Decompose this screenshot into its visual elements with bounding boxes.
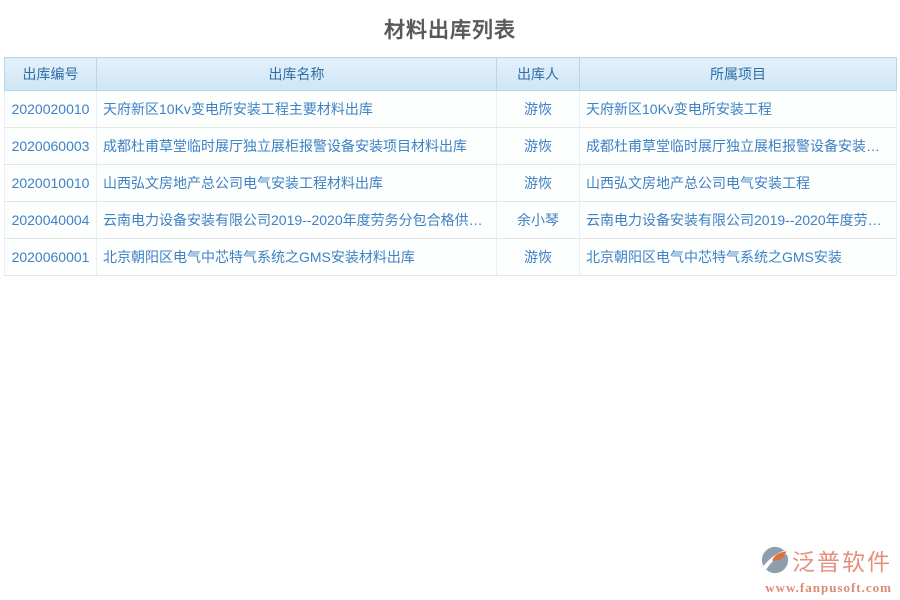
column-header-code: 出库编号: [5, 58, 97, 91]
cell-person: 游恢: [497, 91, 580, 128]
cell-code[interactable]: 2020020010: [5, 91, 97, 128]
brand-name: 泛普软件: [792, 551, 892, 574]
table-row[interactable]: 2020020010天府新区10Kv变电所安装工程主要材料出库游恢天府新区10K…: [5, 91, 897, 128]
cell-project[interactable]: 北京朝阳区电气中芯特气系统之GMS安装: [580, 239, 897, 276]
table-row[interactable]: 2020010010山西弘文房地产总公司电气安装工程材料出库游恢山西弘文房地产总…: [5, 165, 897, 202]
cell-code[interactable]: 2020060003: [5, 128, 97, 165]
cell-name[interactable]: 云南电力设备安装有限公司2019--2020年度劳务分包合格供应商...: [97, 202, 497, 239]
fanpu-logo-icon: [761, 546, 789, 578]
vendor-brand[interactable]: 泛普软件 www.fanpusoft.com: [761, 546, 892, 594]
cell-code[interactable]: 2020010010: [5, 165, 97, 202]
page-title: 材料出库列表: [0, 14, 900, 44]
cell-project[interactable]: 云南电力设备安装有限公司2019--2020年度劳务分...: [580, 202, 897, 239]
cell-project[interactable]: 天府新区10Kv变电所安装工程: [580, 91, 897, 128]
cell-project[interactable]: 山西弘文房地产总公司电气安装工程: [580, 165, 897, 202]
cell-name[interactable]: 山西弘文房地产总公司电气安装工程材料出库: [97, 165, 497, 202]
cell-name[interactable]: 成都杜甫草堂临时展厅独立展柜报警设备安装项目材料出库: [97, 128, 497, 165]
column-header-name: 出库名称: [97, 58, 497, 91]
column-header-person: 出库人: [497, 58, 580, 91]
column-header-project: 所属项目: [580, 58, 897, 91]
cell-name[interactable]: 天府新区10Kv变电所安装工程主要材料出库: [97, 91, 497, 128]
cell-code[interactable]: 2020060001: [5, 239, 97, 276]
cell-project[interactable]: 成都杜甫草堂临时展厅独立展柜报警设备安装项目: [580, 128, 897, 165]
material-outbound-page: 材料出库列表 出库编号出库名称出库人所属项目 2020020010天府新区10K…: [0, 0, 900, 600]
outbound-table: 出库编号出库名称出库人所属项目 2020020010天府新区10Kv变电所安装工…: [4, 57, 897, 276]
cell-person: 游恢: [497, 165, 580, 202]
brand-url[interactable]: www.fanpusoft.com: [761, 581, 892, 594]
cell-person: 游恢: [497, 128, 580, 165]
cell-person: 游恢: [497, 239, 580, 276]
cell-person: 余小琴: [497, 202, 580, 239]
table-header-row: 出库编号出库名称出库人所属项目: [5, 58, 897, 91]
table-header: 出库编号出库名称出库人所属项目: [5, 58, 897, 91]
table-row[interactable]: 2020060001北京朝阳区电气中芯特气系统之GMS安装材料出库游恢北京朝阳区…: [5, 239, 897, 276]
cell-name[interactable]: 北京朝阳区电气中芯特气系统之GMS安装材料出库: [97, 239, 497, 276]
table-row[interactable]: 2020060003成都杜甫草堂临时展厅独立展柜报警设备安装项目材料出库游恢成都…: [5, 128, 897, 165]
table-body: 2020020010天府新区10Kv变电所安装工程主要材料出库游恢天府新区10K…: [5, 91, 897, 276]
cell-code[interactable]: 2020040004: [5, 202, 97, 239]
table-row[interactable]: 2020040004云南电力设备安装有限公司2019--2020年度劳务分包合格…: [5, 202, 897, 239]
